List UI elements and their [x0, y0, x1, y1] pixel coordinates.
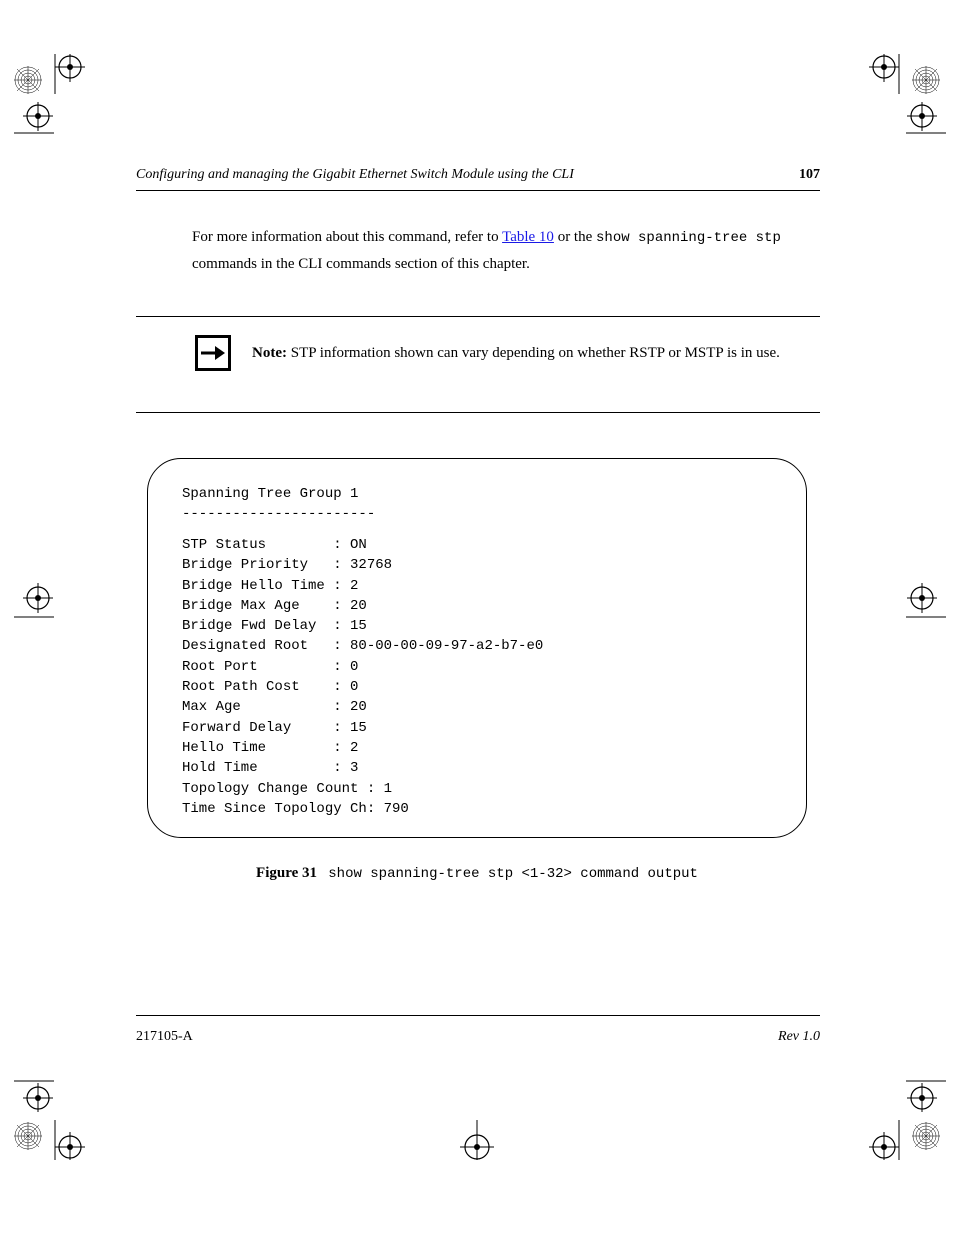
- note-label: Note:: [252, 345, 287, 361]
- crop-target-icon: [868, 54, 902, 94]
- figure-caption: Figure 31 show spanning-tree stp <1-32> …: [0, 866, 954, 881]
- note-text: Note: STP information shown can vary dep…: [252, 340, 794, 366]
- note-body: STP information shown can vary depending…: [287, 345, 780, 361]
- cli-output-body: STP Status : ON Bridge Priority : 32768 …: [182, 535, 543, 819]
- note-arrow-icon: [195, 335, 231, 371]
- figure-caption-label: Figure 31: [256, 865, 317, 881]
- crop-target-icon: [52, 54, 86, 94]
- crop-target-icon: [14, 580, 48, 620]
- cli-output-title: Spanning Tree Group 1 ------------------…: [182, 485, 375, 524]
- paragraph-pre: For more information about this command,…: [192, 229, 502, 245]
- crop-target-icon: [906, 580, 940, 620]
- footer-right: Rev 1.0: [778, 1030, 820, 1044]
- footer-rule: [136, 1015, 820, 1016]
- paragraph-post: commands in the CLI commands section of …: [192, 256, 530, 272]
- figure-caption-text: show spanning-tree stp <1-32> command ou…: [328, 866, 698, 882]
- body-paragraph: For more information about this command,…: [192, 224, 794, 277]
- paragraph-mid: or the: [554, 229, 596, 245]
- command-text: show spanning-tree stp: [596, 230, 781, 246]
- header-rule: [136, 190, 820, 191]
- registration-spiro-icon: [912, 1122, 940, 1150]
- footer-left: 217105-A: [136, 1029, 193, 1044]
- crop-target-icon: [14, 1078, 48, 1118]
- crop-target-icon: [868, 1120, 902, 1160]
- crop-target-icon: [906, 102, 940, 142]
- registration-spiro-icon: [912, 66, 940, 94]
- registration-spiro-icon: [14, 1122, 42, 1150]
- page-number: 107: [799, 168, 820, 182]
- cli-output-figure: Spanning Tree Group 1 ------------------…: [147, 458, 807, 838]
- crop-target-icon: [52, 1120, 86, 1160]
- crop-target-icon: [460, 1120, 494, 1160]
- note-rule-top: [136, 316, 820, 317]
- crop-target-icon: [906, 1078, 940, 1118]
- table-link[interactable]: Table 10: [502, 229, 554, 245]
- page-footer: 217105-A Rev 1.0: [136, 1030, 820, 1044]
- registration-spiro-icon: [14, 66, 42, 94]
- crop-target-icon: [14, 102, 48, 142]
- running-header: Configuring and managing the Gigabit Eth…: [136, 168, 820, 182]
- note-rule-bottom: [136, 412, 820, 413]
- running-header-text: Configuring and managing the Gigabit Eth…: [136, 167, 574, 182]
